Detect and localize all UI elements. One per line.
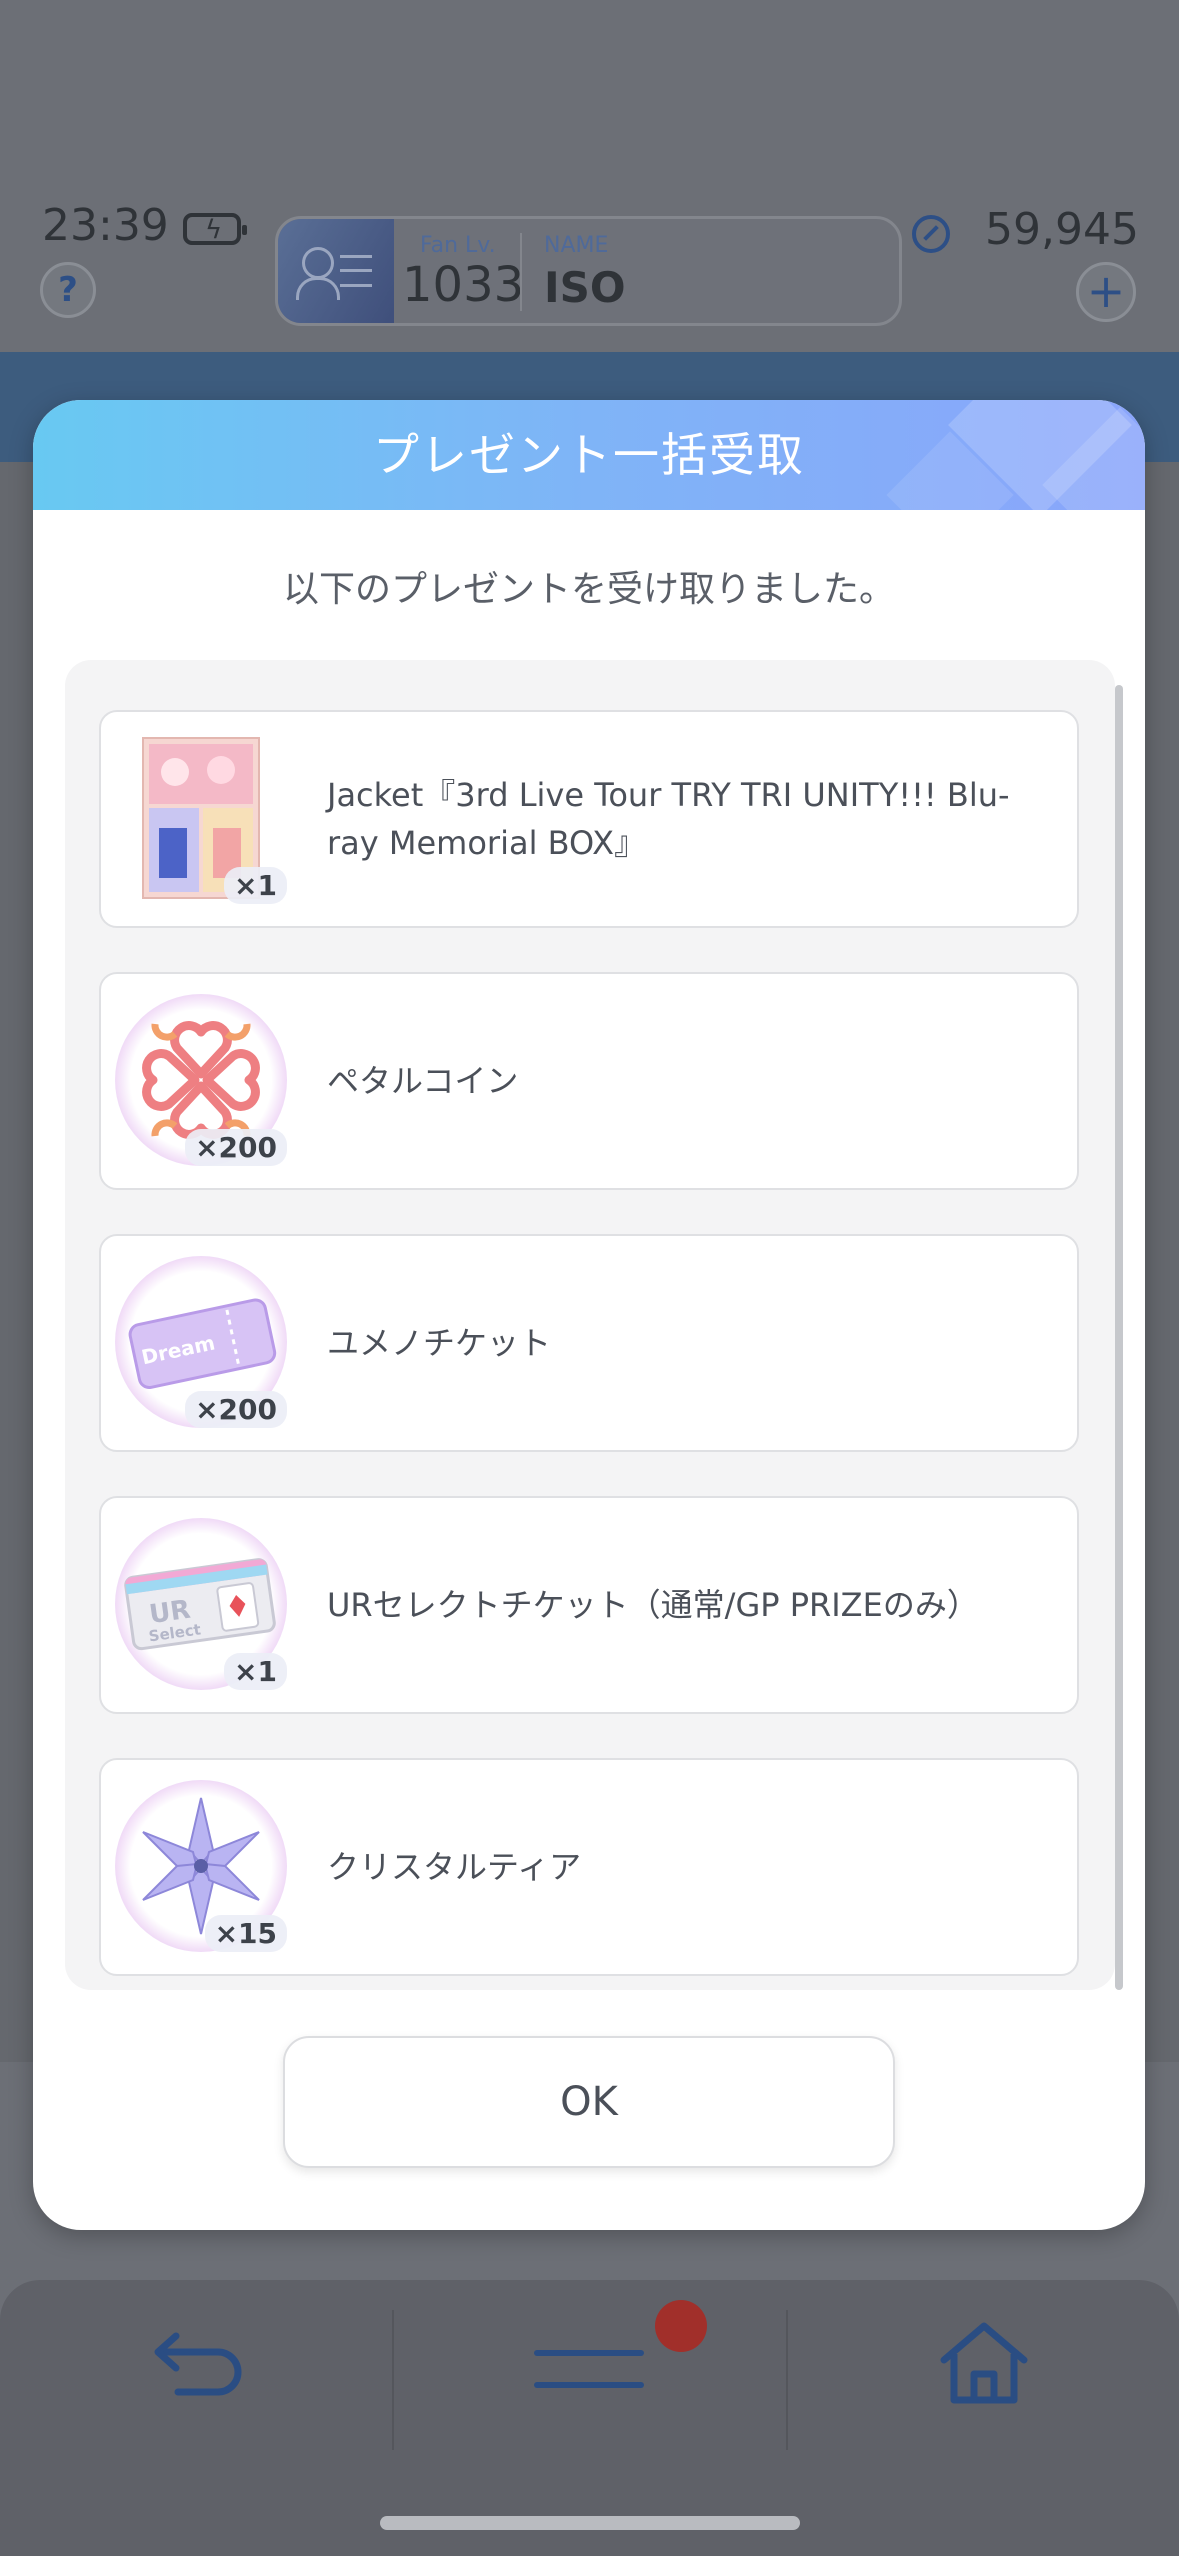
nav-divider [392, 2310, 394, 2450]
item-quantity: ×1 [224, 1653, 287, 1690]
petal-coin-icon: ×200 [115, 994, 287, 1166]
item-quantity: ×200 [185, 1129, 287, 1166]
dialog-title: プレゼント一括受取 [373, 428, 805, 482]
present-dialog: プレゼント一括受取 以下のプレゼントを受け取りました。 ×1 Jacket『3r… [33, 400, 1145, 2230]
help-button[interactable]: ? [40, 262, 96, 318]
dialog-subtitle: 以下のプレゼントを受け取りました。 [282, 569, 895, 610]
list-item: ×200 ペタルコイン [99, 972, 1079, 1190]
item-name: Jacket『3rd Live Tour TRY TRI UNITY!!! Bl… [327, 776, 1010, 862]
scrollbar[interactable] [1115, 685, 1123, 1990]
item-name: ユメノチケット [327, 1324, 552, 1362]
item-name: URセレクトチケット（通常/GP PRIZEのみ） [327, 1586, 979, 1624]
fan-level-value: 1033 [402, 257, 525, 313]
back-arrow-icon[interactable] [148, 2328, 248, 2398]
home-icon[interactable] [936, 2318, 1032, 2406]
item-name: クリスタルティア [327, 1848, 582, 1886]
dream-ticket-icon: Dream ×200 [115, 1256, 287, 1428]
player-name: ISO [544, 263, 626, 312]
item-name: ペタルコイン [327, 1062, 519, 1100]
list-item: ×15 クリスタルティア [99, 1758, 1079, 1976]
nav-divider [786, 2310, 788, 2450]
menu-icon[interactable] [534, 2350, 644, 2394]
item-quantity: ×1 [224, 867, 287, 904]
item-quantity: ×15 [204, 1915, 287, 1952]
add-currency-button[interactable]: + [1076, 262, 1136, 322]
ur-select-ticket-icon: UR Select ×1 [115, 1518, 287, 1690]
list-item: UR Select ×1 URセレクトチケット（通常/GP PRIZEのみ） [99, 1496, 1079, 1714]
currency-icon [912, 215, 950, 253]
battery-icon: ϟ [183, 213, 247, 245]
profile-icon [278, 219, 394, 323]
profile-card[interactable]: Fan Lv. 1033 NAME ISO [275, 216, 902, 326]
name-label: NAME [544, 233, 609, 258]
crystal-tear-icon: ×15 [115, 1780, 287, 1952]
jacket-image: ×1 [115, 732, 287, 904]
list-item: Dream ×200 ユメノチケット [99, 1234, 1079, 1452]
notification-dot [655, 2300, 707, 2352]
profile-divider [520, 233, 522, 311]
item-quantity: ×200 [185, 1391, 287, 1428]
currency-amount: 59,945 [985, 204, 1139, 255]
ok-button[interactable]: OK [283, 2036, 895, 2168]
status-time: 23:39 [42, 200, 169, 251]
list-item: ×1 Jacket『3rd Live Tour TRY TRI UNITY!!!… [99, 710, 1079, 928]
home-indicator[interactable] [380, 2516, 800, 2530]
fan-level-label: Fan Lv. [420, 233, 496, 258]
